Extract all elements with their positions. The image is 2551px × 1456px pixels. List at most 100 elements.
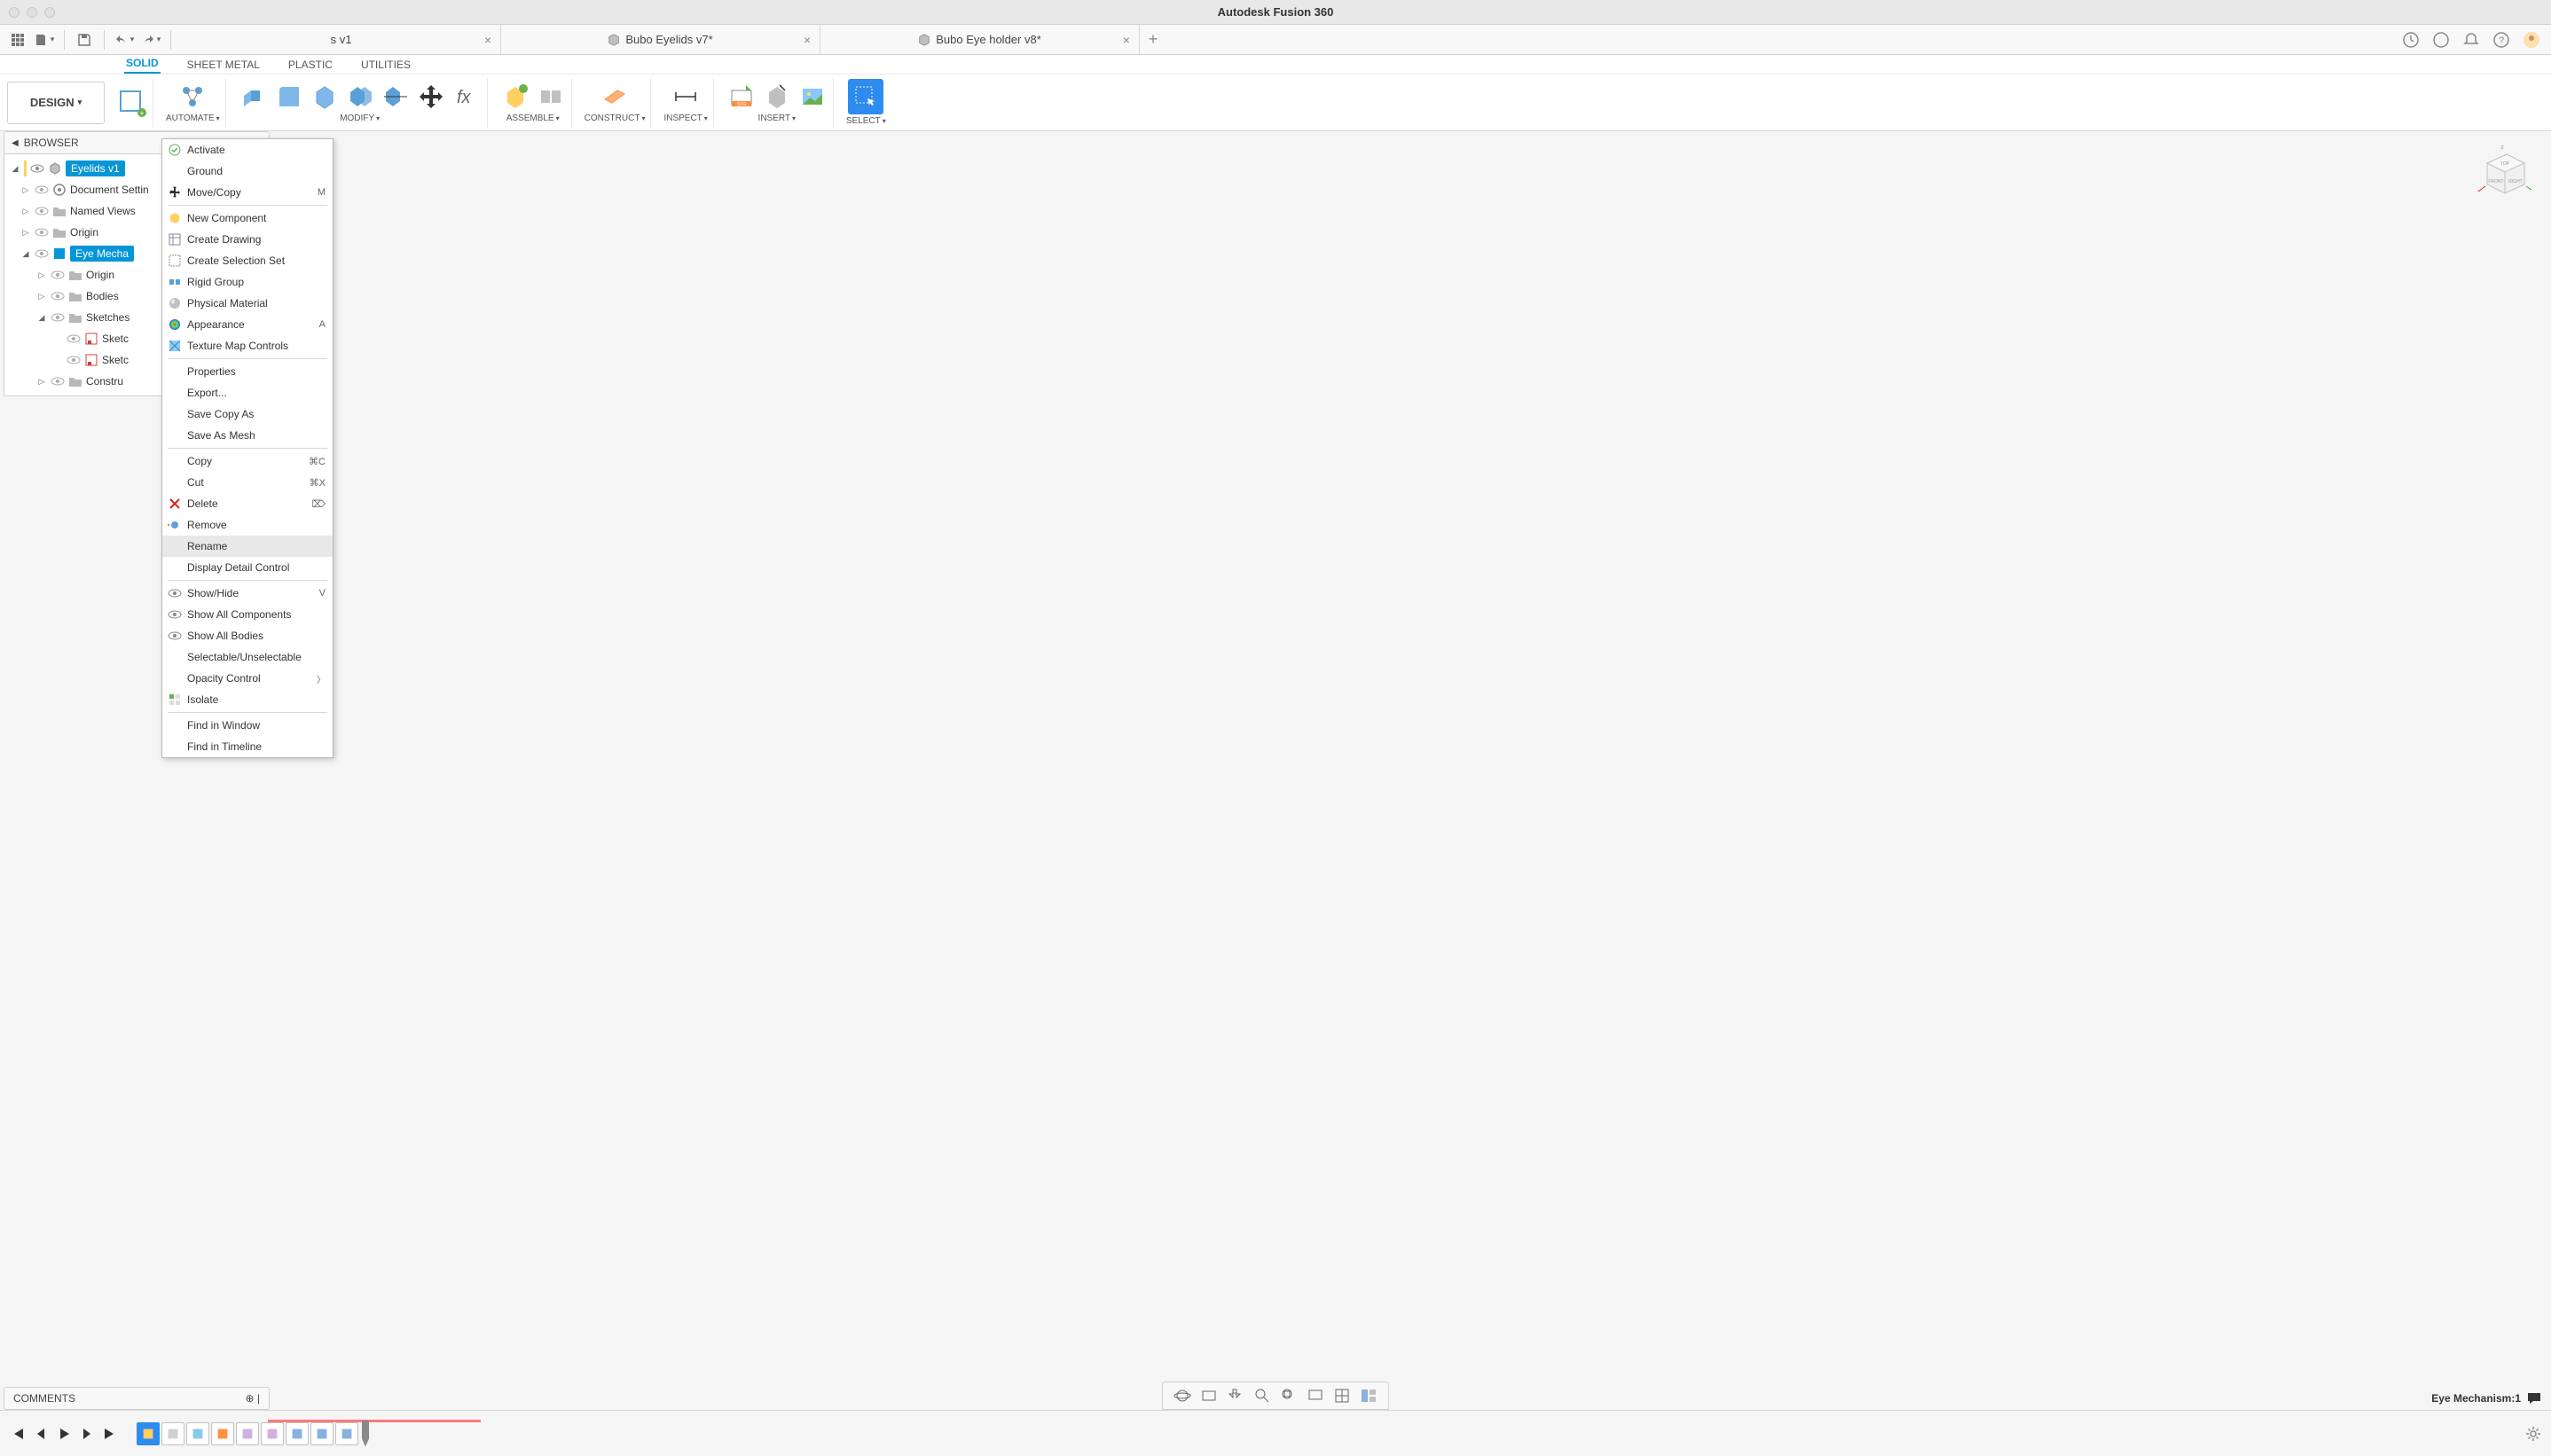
new-tab-button[interactable]: + xyxy=(1140,25,1166,54)
context-menu-item[interactable]: Show All Bodies xyxy=(162,625,333,646)
ws-tab-utilities[interactable]: UTILITIES xyxy=(359,56,412,74)
close-window-icon[interactable] xyxy=(9,7,20,18)
timeline-feature[interactable] xyxy=(137,1422,160,1445)
context-menu-item[interactable]: Isolate xyxy=(162,689,333,710)
timeline-feature[interactable] xyxy=(211,1422,234,1445)
close-icon[interactable]: × xyxy=(1123,33,1130,47)
orbit-icon[interactable] xyxy=(1173,1387,1191,1405)
construction-plane-icon[interactable] xyxy=(600,82,630,112)
context-menu-item[interactable]: Rename xyxy=(162,536,333,557)
timeline-feature[interactable] xyxy=(236,1422,259,1445)
close-icon[interactable]: × xyxy=(484,33,491,47)
timeline-feature[interactable] xyxy=(335,1422,358,1445)
context-menu-item[interactable]: Find in Window xyxy=(162,715,333,736)
zoom-icon[interactable] xyxy=(1253,1387,1271,1405)
file-tab-1[interactable]: Bubo Eyelids v7* × xyxy=(501,25,820,54)
redo-icon[interactable] xyxy=(140,29,161,51)
timeline-feature[interactable] xyxy=(261,1422,284,1445)
parameters-icon[interactable]: fx xyxy=(451,82,482,112)
automate-icon[interactable] xyxy=(177,82,208,112)
grid-settings-icon[interactable] xyxy=(1333,1387,1351,1405)
context-menu-item[interactable]: Rigid Group xyxy=(162,271,333,293)
close-icon[interactable]: × xyxy=(804,33,811,47)
viewport-layout-icon[interactable] xyxy=(1360,1387,1378,1405)
context-menu-item[interactable]: Selectable/Unselectable xyxy=(162,646,333,668)
context-menu-item[interactable]: New Component xyxy=(162,207,333,229)
viewport-3d[interactable] xyxy=(0,131,2551,1410)
context-menu-item[interactable]: Activate xyxy=(162,139,333,160)
undo-icon[interactable] xyxy=(114,29,135,51)
context-menu-item[interactable]: Copy⌘C xyxy=(162,450,333,472)
insert-derive-icon[interactable] xyxy=(762,82,792,112)
context-menu-item[interactable]: Properties xyxy=(162,361,333,382)
timeline-end-icon[interactable] xyxy=(101,1425,119,1443)
context-menu-item[interactable]: Delete⌦ xyxy=(162,493,333,514)
context-menu-item[interactable]: Ground xyxy=(162,160,333,182)
timeline-settings-icon[interactable] xyxy=(2524,1425,2542,1443)
ws-tab-sheetmetal[interactable]: SHEET METAL xyxy=(185,56,262,74)
workspace-switcher[interactable]: DESIGN▾ xyxy=(7,82,105,124)
pan-icon[interactable] xyxy=(1227,1387,1244,1405)
press-pull-icon[interactable] xyxy=(239,82,269,112)
context-menu-item[interactable]: Create Selection Set xyxy=(162,250,333,271)
context-menu-item[interactable]: Save Copy As xyxy=(162,403,333,425)
ws-tab-solid[interactable]: SOLID xyxy=(124,54,161,74)
fit-icon[interactable] xyxy=(1280,1387,1298,1405)
create-sketch-icon[interactable]: + xyxy=(117,88,147,118)
timeline-feature[interactable] xyxy=(310,1422,334,1445)
context-menu-item[interactable]: Cut⌘X xyxy=(162,472,333,493)
extensions-icon[interactable] xyxy=(2402,31,2420,49)
comments-panel[interactable]: COMMENTS ⊕ | xyxy=(4,1387,270,1410)
timeline-feature[interactable] xyxy=(161,1422,184,1445)
timeline-next-icon[interactable] xyxy=(78,1425,96,1443)
select-tool-icon[interactable] xyxy=(848,79,883,114)
insert-svg-icon[interactable]: SVG xyxy=(726,82,757,112)
move-icon[interactable] xyxy=(416,82,446,112)
save-icon[interactable] xyxy=(74,29,95,51)
context-menu-item[interactable]: Opacity Control〉 xyxy=(162,668,333,689)
display-settings-icon[interactable] xyxy=(1307,1387,1324,1405)
comments-toggle-icon[interactable]: ⊕ | xyxy=(245,1392,260,1405)
viewcube[interactable]: z TOP FRONT RIGHT xyxy=(2471,142,2533,204)
context-menu-item[interactable]: Save As Mesh xyxy=(162,425,333,446)
timeline-play-icon[interactable] xyxy=(55,1425,73,1443)
minimize-window-icon[interactable] xyxy=(27,7,37,18)
context-menu-item[interactable]: Show/HideV xyxy=(162,583,333,604)
context-menu-item[interactable]: Create Drawing xyxy=(162,229,333,250)
insert-canvas-icon[interactable] xyxy=(797,82,828,112)
zoom-window-icon[interactable] xyxy=(44,7,55,18)
new-component-icon[interactable] xyxy=(500,82,530,112)
help-icon[interactable]: ? xyxy=(2492,31,2510,49)
file-tab-2[interactable]: Bubo Eye holder v8* × xyxy=(820,25,1140,54)
ws-tab-plastic[interactable]: PLASTIC xyxy=(286,56,334,74)
context-menu-item[interactable]: Remove xyxy=(162,514,333,536)
context-menu-item[interactable]: Physical Material xyxy=(162,293,333,314)
file-menu-icon[interactable] xyxy=(34,29,55,51)
measure-icon[interactable] xyxy=(671,82,701,112)
file-tab-0[interactable]: s v1 × xyxy=(182,25,501,54)
context-menu-item[interactable]: Display Detail Control xyxy=(162,557,333,578)
notifications-icon[interactable] xyxy=(2462,31,2480,49)
timeline-feature[interactable] xyxy=(186,1422,209,1445)
timeline-prev-icon[interactable] xyxy=(32,1425,50,1443)
timeline-playhead[interactable] xyxy=(362,1421,369,1447)
context-menu-item[interactable]: AppearanceA xyxy=(162,314,333,335)
timeline-feature[interactable] xyxy=(286,1422,309,1445)
combine-icon[interactable] xyxy=(345,82,375,112)
job-status-icon[interactable] xyxy=(2432,31,2450,49)
context-menu-item[interactable]: Move/CopyM xyxy=(162,182,333,203)
context-menu-item[interactable]: Find in Timeline xyxy=(162,736,333,757)
drawing-icon xyxy=(168,232,182,247)
data-panel-icon[interactable] xyxy=(7,29,28,51)
timeline-start-icon[interactable] xyxy=(9,1425,27,1443)
context-menu-item[interactable]: Show All Components xyxy=(162,604,333,625)
fillet-icon[interactable] xyxy=(274,82,304,112)
context-menu-item[interactable]: Texture Map Controls xyxy=(162,335,333,356)
comment-icon[interactable] xyxy=(2526,1390,2542,1406)
shell-icon[interactable] xyxy=(310,82,340,112)
joint-icon[interactable] xyxy=(536,82,566,112)
profile-icon[interactable] xyxy=(2523,31,2540,49)
look-at-icon[interactable] xyxy=(1200,1387,1218,1405)
context-menu-item[interactable]: Export... xyxy=(162,382,333,403)
split-icon[interactable] xyxy=(381,82,411,112)
